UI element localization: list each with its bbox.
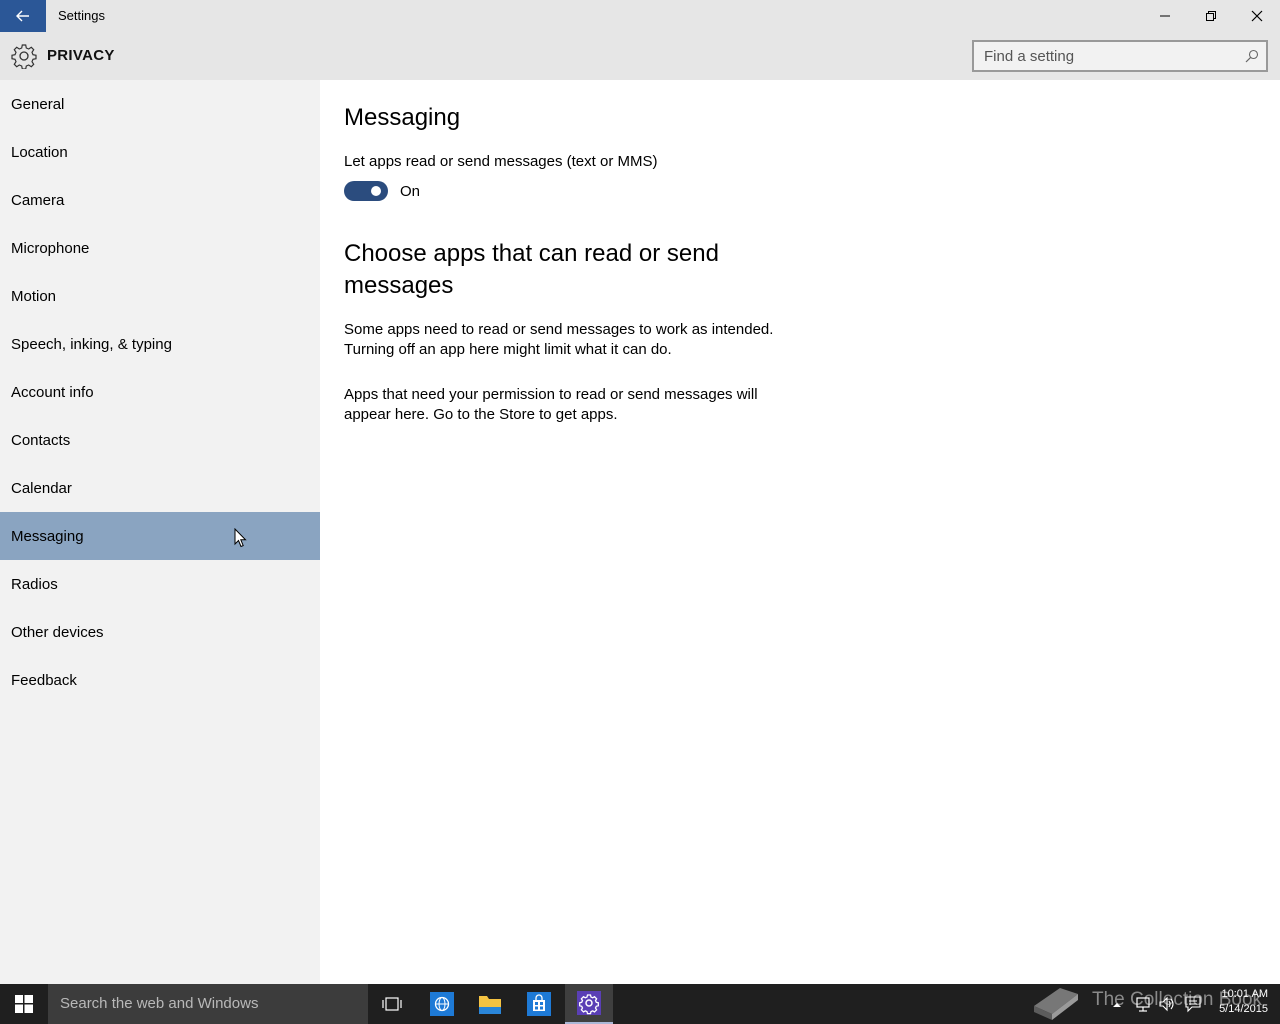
- sidebar-item-label: Account info: [11, 383, 94, 401]
- settings-search-input[interactable]: [974, 42, 1234, 70]
- minimize-icon: [1160, 15, 1170, 17]
- empty-apps-paragraph: Apps that need your permission to read o…: [344, 386, 758, 423]
- sidebar-item-contacts[interactable]: Contacts: [0, 416, 320, 464]
- mouse-cursor-icon: [234, 528, 247, 548]
- sidebar-item-microphone[interactable]: Microphone: [0, 224, 320, 272]
- sidebar-item-feedback[interactable]: Feedback: [0, 656, 320, 704]
- folder-icon: [479, 996, 501, 1014]
- settings-header: PRIVACY: [0, 32, 1280, 80]
- sidebar-item-label: Calendar: [11, 479, 72, 497]
- sidebar-item-speech-inking-typing[interactable]: Speech, inking, & typing: [0, 320, 320, 368]
- gear-icon: [577, 991, 601, 1015]
- sidebar-item-location[interactable]: Location: [0, 128, 320, 176]
- arrow-left-icon: [16, 10, 29, 22]
- clock-time: 10:01 AM: [1221, 988, 1268, 1000]
- sidebar-item-messaging[interactable]: Messaging: [0, 512, 320, 560]
- task-view-button[interactable]: [368, 984, 416, 1024]
- description-paragraph: Some apps need to read or send messages …: [344, 321, 774, 358]
- show-hidden-icons-icon[interactable]: [1112, 994, 1122, 1014]
- sidebar-item-camera[interactable]: Camera: [0, 176, 320, 224]
- window-title: Settings: [58, 8, 105, 23]
- sidebar-item-label: Camera: [11, 191, 65, 209]
- gear-icon: [11, 44, 37, 69]
- store-button[interactable]: [515, 984, 563, 1024]
- sidebar-item-label: Messaging: [11, 527, 84, 545]
- messaging-settings-pane: Messaging Let apps read or send messages…: [320, 80, 1280, 984]
- sidebar-item-label: Other devices: [11, 623, 104, 641]
- taskbar-search-box[interactable]: Search the web and Windows: [48, 984, 368, 1024]
- network-icon[interactable]: [1134, 994, 1152, 1014]
- back-button[interactable]: [0, 0, 46, 32]
- store-icon: [527, 992, 551, 1016]
- page-title: Messaging: [344, 104, 461, 131]
- browser-taskbar-button[interactable]: [418, 984, 466, 1024]
- sidebar-item-label: Radios: [11, 575, 58, 593]
- settings-search-box[interactable]: [972, 40, 1268, 72]
- task-view-icon: [382, 997, 402, 1011]
- toggle-state-text: On: [400, 183, 421, 200]
- sidebar-item-label: Motion: [11, 287, 57, 305]
- toggle-knob: [371, 186, 381, 196]
- sidebar-item-other-devices[interactable]: Other devices: [0, 608, 320, 656]
- start-button[interactable]: [0, 984, 48, 1024]
- action-center-icon[interactable]: [1184, 994, 1202, 1014]
- title-bar: Settings: [0, 0, 1280, 32]
- sidebar-item-label: Contacts: [11, 431, 71, 449]
- sidebar-item-label: General: [11, 95, 65, 113]
- section-title: Choose apps that can read or send messag…: [344, 240, 719, 299]
- sidebar-item-label: Feedback: [11, 671, 77, 689]
- taskbar-search-placeholder: Search the web and Windows: [60, 995, 259, 1012]
- messaging-access-toggle[interactable]: [344, 181, 388, 201]
- sidebar-item-label: Location: [11, 143, 68, 161]
- sidebar-item-general[interactable]: General: [0, 80, 320, 128]
- file-explorer-button[interactable]: [466, 984, 514, 1024]
- book-logo-icon: [1034, 988, 1078, 1020]
- volume-icon[interactable]: [1158, 994, 1176, 1014]
- restore-icon: [1206, 11, 1216, 21]
- taskbar: Search the web and Windows The Collectio…: [0, 984, 1280, 1024]
- settings-taskbar-button[interactable]: [565, 984, 613, 1024]
- clock-date: 5/14/2015: [1219, 1003, 1268, 1015]
- page-category-title: PRIVACY: [47, 47, 115, 64]
- privacy-nav-sidebar: General Location Camera Microphone Motio…: [0, 80, 320, 984]
- sidebar-item-label: Speech, inking, & typing: [11, 335, 172, 353]
- sidebar-item-label: Microphone: [11, 239, 90, 257]
- taskbar-clock[interactable]: 10:01 AM 5/14/2015: [1208, 987, 1268, 1017]
- sidebar-item-motion[interactable]: Motion: [0, 272, 320, 320]
- close-icon: [1251, 10, 1263, 22]
- close-button[interactable]: [1234, 0, 1280, 32]
- browser-icon: [430, 992, 454, 1016]
- sidebar-item-account-info[interactable]: Account info: [0, 368, 320, 416]
- minimize-button[interactable]: [1142, 0, 1188, 32]
- sidebar-item-calendar[interactable]: Calendar: [0, 464, 320, 512]
- restore-button[interactable]: [1188, 0, 1234, 32]
- search-icon[interactable]: [1245, 49, 1259, 63]
- windows-logo-icon: [15, 995, 33, 1013]
- messaging-toggle-label: Let apps read or send messages (text or …: [344, 153, 658, 170]
- sidebar-item-radios[interactable]: Radios: [0, 560, 320, 608]
